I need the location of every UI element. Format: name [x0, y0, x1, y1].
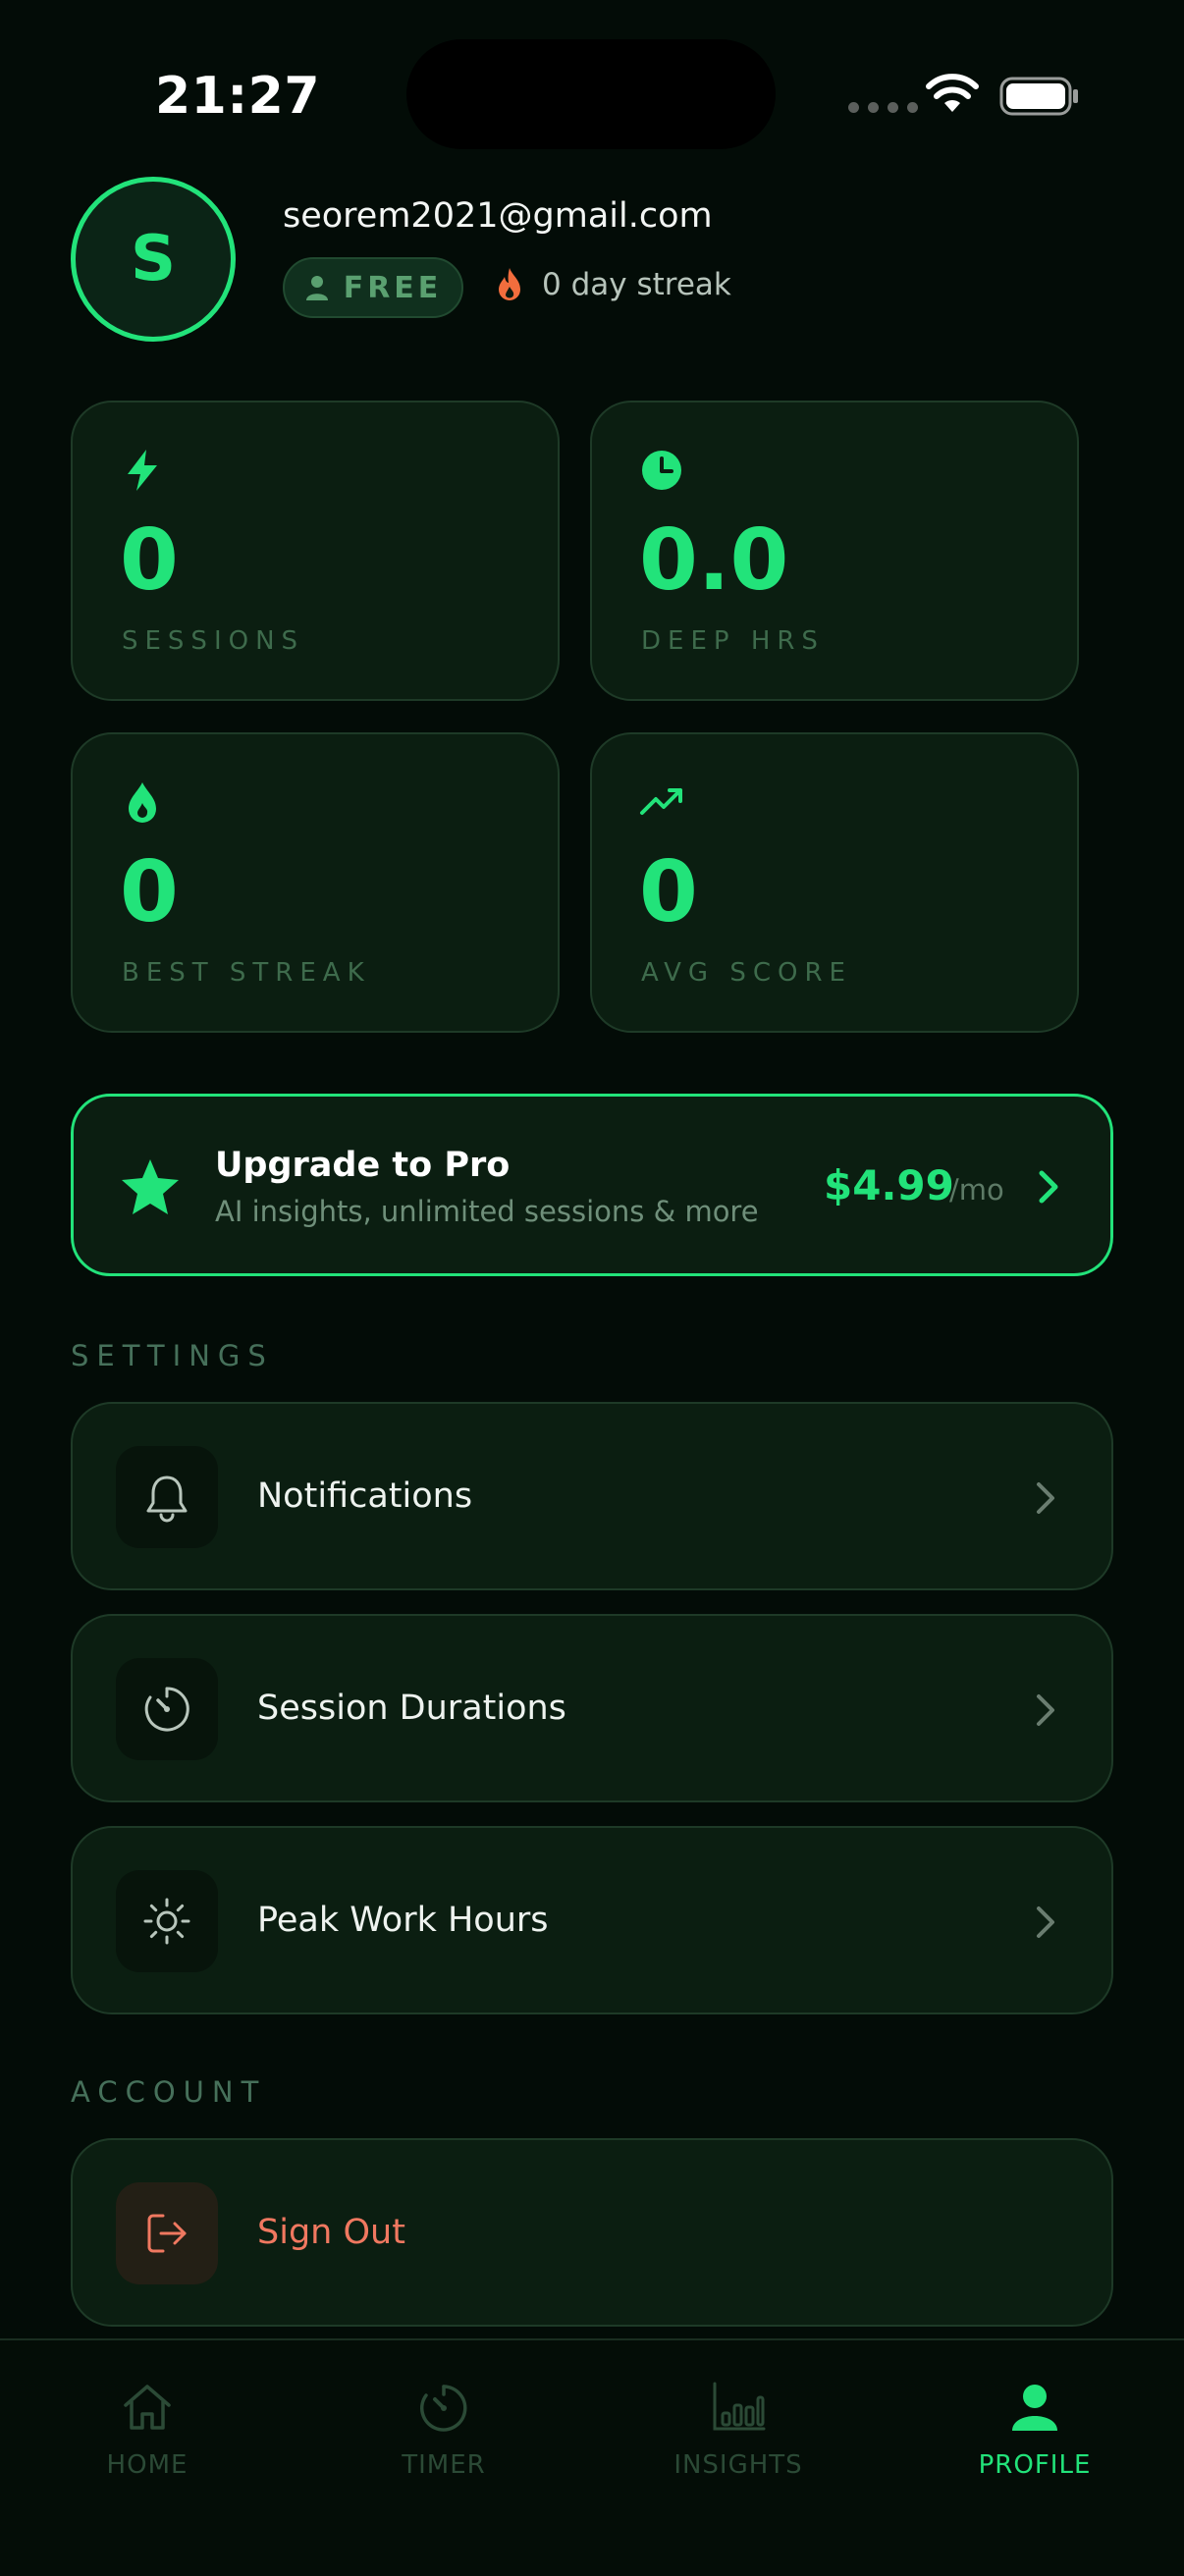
stat-label: BEST STREAK	[122, 958, 371, 988]
battery-icon	[999, 77, 1078, 116]
section-title-settings: SETTINGS	[71, 1339, 274, 1372]
chevron-right-icon	[1037, 1694, 1054, 1726]
settings-item-label: Notifications	[257, 1476, 473, 1516]
clock-icon	[642, 451, 681, 490]
bar-chart-icon	[713, 2382, 766, 2431]
section-title-account: ACCOUNT	[71, 2075, 267, 2109]
home-icon	[124, 2385, 171, 2430]
stat-card-best-streak: 0 BEST STREAK	[71, 732, 560, 1033]
status-time: 21:27	[155, 67, 321, 126]
settings-item-session-durations[interactable]: Session Durations	[71, 1614, 1113, 1802]
person-icon	[1012, 2385, 1057, 2431]
bottom-tab-bar: HOME TIMER INSIGHTS PROFILE	[0, 2338, 1184, 2576]
sign-out-icon	[147, 2214, 187, 2253]
drop-icon	[129, 782, 156, 823]
stat-label: SESSIONS	[122, 626, 305, 656]
stat-value: 0	[120, 843, 179, 941]
streak-badge: 0 day streak	[497, 267, 731, 302]
sun-icon	[143, 1898, 190, 1945]
flame-icon	[499, 268, 520, 300]
timer-icon	[144, 1687, 189, 1732]
timer-icon	[420, 2385, 467, 2432]
avatar: S	[71, 177, 236, 342]
upgrade-price: $4.99	[824, 1161, 954, 1209]
tab-timer[interactable]: TIMER	[346, 2378, 542, 2480]
chevron-right-icon	[1037, 1906, 1054, 1938]
lightning-icon	[128, 450, 157, 491]
stat-label: AVG SCORE	[641, 958, 852, 988]
tab-label: TIMER	[402, 2450, 486, 2480]
tab-insights[interactable]: INSIGHTS	[640, 2378, 836, 2480]
settings-item-label: Session Durations	[257, 1689, 566, 1728]
settings-item-peak-work-hours[interactable]: Peak Work Hours	[71, 1826, 1113, 2014]
row-icon-box	[116, 1658, 218, 1760]
tab-label: PROFILE	[978, 2450, 1092, 2480]
settings-item-label: Peak Work Hours	[257, 1901, 549, 1940]
stat-label: DEEP HRS	[641, 626, 825, 656]
wifi-icon	[926, 74, 979, 112]
chevron-right-icon	[1039, 1170, 1058, 1204]
upgrade-title: Upgrade to Pro	[215, 1146, 511, 1185]
cellular-signal-icon	[848, 102, 918, 113]
upgrade-period: /mo	[949, 1173, 1004, 1207]
avatar-initial: S	[130, 223, 177, 295]
streak-label: 0 day streak	[542, 267, 731, 302]
tab-profile[interactable]: PROFILE	[937, 2378, 1133, 2480]
chevron-right-icon	[1037, 1482, 1054, 1514]
plan-label: FREE	[343, 270, 443, 305]
stat-value: 0.0	[639, 511, 789, 610]
row-icon-box	[116, 2182, 218, 2284]
row-icon-box	[116, 1446, 218, 1548]
dynamic-island	[406, 39, 776, 149]
row-icon-box	[116, 1870, 218, 1972]
bell-icon	[146, 1476, 188, 1523]
person-icon	[305, 276, 328, 300]
tab-label: HOME	[106, 2450, 188, 2480]
stat-value: 0	[639, 843, 698, 941]
stat-card-avg-score: 0 AVG SCORE	[590, 732, 1079, 1033]
stat-card-sessions: 0 SESSIONS	[71, 401, 560, 701]
stat-card-deep-hours: 0.0 DEEP HRS	[590, 401, 1079, 701]
trend-up-icon	[640, 788, 682, 815]
sign-out-button[interactable]: Sign Out	[71, 2138, 1113, 2327]
tab-label: INSIGHTS	[673, 2450, 803, 2480]
settings-item-notifications[interactable]: Notifications	[71, 1402, 1113, 1590]
tab-home[interactable]: HOME	[49, 2378, 245, 2480]
sign-out-label: Sign Out	[257, 2213, 405, 2252]
user-email: seorem2021@gmail.com	[283, 196, 713, 236]
plan-badge: FREE	[283, 257, 463, 318]
upgrade-subtitle: AI insights, unlimited sessions & more	[215, 1195, 759, 1228]
upgrade-to-pro-button[interactable]: Upgrade to Pro AI insights, unlimited se…	[71, 1094, 1113, 1276]
stat-value: 0	[120, 511, 179, 610]
star-icon	[122, 1159, 179, 1214]
